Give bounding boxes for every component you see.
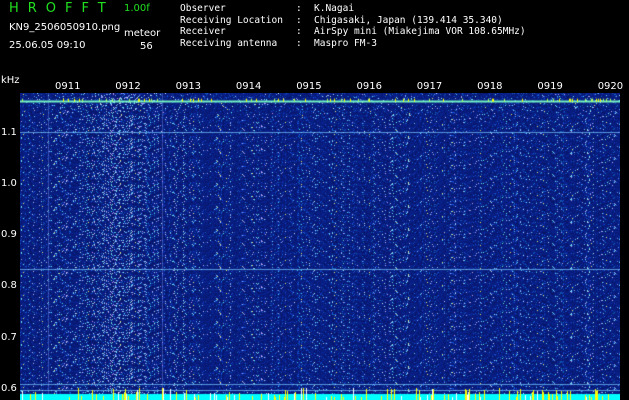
mode-label: meteor [124,28,161,39]
station-value: K.Nagai [314,3,355,14]
x-tick-label: 0913 [175,81,202,92]
station-row-location: Receiving Location : Chigasaki, Japan (1… [180,15,526,27]
y-tick-label: 1.1 [1,126,17,138]
y-tick-label: 0.7 [1,331,17,343]
station-row-antenna: Receiving antenna : Maspro FM-3 [180,38,526,50]
station-key: Receiving antenna [180,37,278,49]
station-value: Maspro FM-3 [314,37,377,49]
x-tick-label: 0914 [235,81,262,92]
station-key: Observer [180,3,226,14]
spectrogram-plot [20,93,620,400]
file-name: KN9_2506050910.png [9,22,121,33]
x-tick-label: 0918 [477,81,503,92]
y-tick-label: 0.9 [1,229,17,241]
station-sep: : [296,14,302,26]
station-value: Chigasaki, Japan (139.414 35.340) [314,14,503,26]
station-value: AirSpy mini (Miakejima VOR 108.65MHz) [314,26,526,38]
header: HROFFT 1.00f KN9_2506050910.png meteor 2… [0,0,629,78]
x-tick-label: 0916 [356,81,382,92]
y-tick-label: 1.0 [1,178,17,190]
station-row-observer: Observer : K.Nagai [180,3,526,15]
app-title: HROFFT [9,1,115,16]
x-tick-label: 0915 [296,81,322,92]
x-tick-label: 0917 [416,81,443,92]
x-tick-label: 0911 [55,81,81,92]
station-info: Observer : K.Nagai Receiving Location : … [180,3,526,49]
x-tick-label: 0920 [597,81,624,92]
detection-count: 56 [140,41,153,52]
station-sep: : [296,37,302,49]
x-tick-label: 0919 [537,81,563,92]
station-key: Receiving Location [180,14,283,26]
y-tick-label: 0.8 [1,280,17,292]
station-sep: : [296,3,302,14]
station-row-receiver: Receiver : AirSpy mini (Miakejima VOR 10… [180,26,526,38]
timestamp: 25.06.05 09:10 [9,40,86,51]
station-key: Receiver [180,26,226,38]
version-label: 1.00f [124,3,150,14]
x-tick-label: 0912 [115,81,141,92]
station-sep: : [296,26,302,38]
y-tick-label: 0.6 [1,382,17,394]
y-axis-unit: kHz [1,75,20,86]
